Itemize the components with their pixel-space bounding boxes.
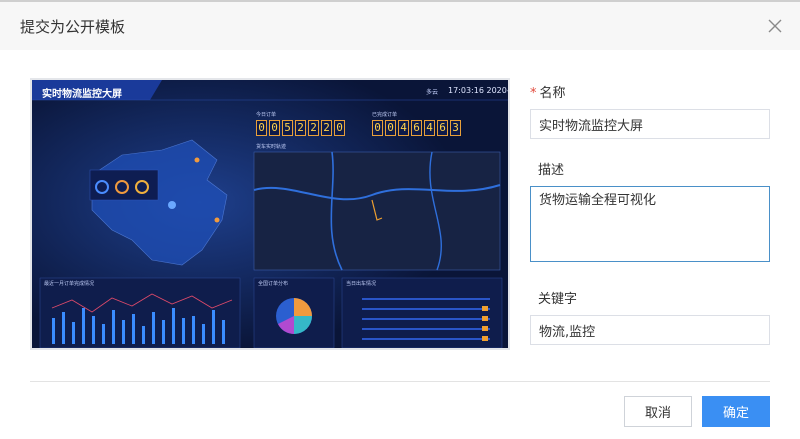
description-textarea[interactable]: 货物运输全程可视化 — [530, 186, 770, 262]
cancel-button[interactable]: 取消 — [624, 396, 692, 427]
counter-digit: 0 — [385, 120, 396, 136]
required-asterisk: * — [530, 86, 537, 101]
counter-digit: 3 — [450, 120, 461, 136]
counter-digit: 0 — [372, 120, 383, 136]
submit-template-dialog: 提交为公开模板 实时物流监控大屏 多云 17:03:16 2020- 今日订单 … — [0, 0, 800, 439]
counter-digit: 4 — [424, 120, 435, 136]
counter-digit: 4 — [398, 120, 409, 136]
keyword-input[interactable] — [530, 315, 770, 345]
counter-digit: 2 — [321, 120, 332, 136]
counter-digit: 0 — [334, 120, 345, 136]
preview-dashboard-title: 实时物流监控大屏 — [42, 89, 122, 100]
name-input[interactable] — [530, 109, 770, 139]
preview-distribution-label: 全国订单分布 — [258, 281, 289, 287]
counter-digit: 2 — [295, 120, 306, 136]
name-label-text: 名称 — [539, 86, 566, 101]
preview-time: 17:03:16 2020-01-10 — [448, 86, 510, 95]
counter-digit: 0 — [269, 120, 280, 136]
counter-digit: 2 — [308, 120, 319, 136]
preview-recent-label: 最近一月订单完成情况 — [44, 281, 95, 287]
preview-track-label: 货车实时轨迹 — [256, 144, 287, 150]
counter-digit: 6 — [437, 120, 448, 136]
counter-digit: 0 — [256, 120, 267, 136]
preview-today-orders-counter: 0 0 5 2 2 2 0 — [256, 120, 345, 136]
counter-digit: 6 — [411, 120, 422, 136]
confirm-button[interactable]: 确定 — [702, 396, 770, 427]
preview-weather: 多云 — [426, 89, 439, 96]
dialog-title: 提交为公开模板 — [20, 18, 126, 36]
close-icon[interactable] — [766, 17, 784, 35]
preview-vehicle-label: 当日出车情况 — [346, 281, 377, 287]
keyword-label: 关键字 — [538, 292, 578, 307]
template-preview-image: 实时物流监控大屏 多云 17:03:16 2020-01-10 今日订单 0 0… — [30, 78, 510, 350]
footer-divider — [30, 381, 770, 382]
preview-today-orders-label: 今日订单 — [256, 112, 277, 118]
counter-digit: 5 — [282, 120, 293, 136]
name-label: * 名称 — [530, 82, 566, 101]
dialog-header: 提交为公开模板 — [0, 2, 800, 50]
preview-completed-orders-counter: 0 0 4 6 4 6 3 — [372, 120, 461, 136]
description-label: 描述 — [538, 163, 565, 178]
preview-completed-orders-label: 已完成订单 — [372, 112, 398, 118]
